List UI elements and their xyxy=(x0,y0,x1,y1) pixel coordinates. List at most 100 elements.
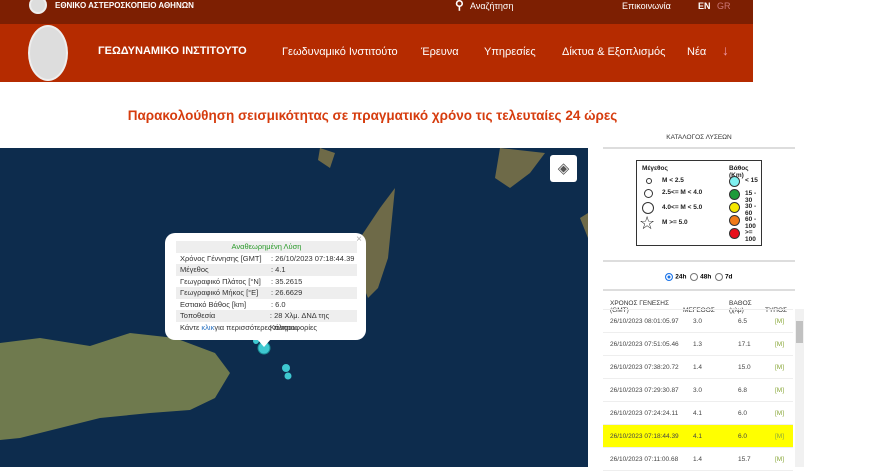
mag-circle-medium xyxy=(644,189,653,198)
popup-key: Γεωγραφικό Μήκος [°E] xyxy=(180,288,259,297)
events-table: 26/10/2023 08:01:05.97 3.0 6.5 [M] 26/10/202… xyxy=(603,309,793,471)
table-row[interactable]: 26/10/2023 07:51:05.46 1.3 17.1 [M] xyxy=(603,333,793,356)
cell-time: 26/10/2023 07:29:30.87 xyxy=(610,387,679,394)
cell-depth: 6.5 xyxy=(738,318,748,325)
cell-type: [M] xyxy=(775,410,785,417)
close-icon[interactable]: × xyxy=(356,234,362,245)
quake-marker xyxy=(282,364,290,372)
nav-news[interactable]: Νέα xyxy=(687,46,706,58)
nav-networks[interactable]: Δίκτυα & Εξοπλισμός xyxy=(562,46,665,58)
nav-institute[interactable]: Γεωδυναμικό Ινστιτούτο xyxy=(282,46,398,58)
cell-time: 26/10/2023 08:01:05.97 xyxy=(610,318,679,325)
table-row[interactable]: 26/10/2023 07:38:20.72 1.4 15.0 [M] xyxy=(603,356,793,379)
depth-color-circle xyxy=(729,215,740,226)
popup-value: : 6.0 xyxy=(271,299,286,309)
catalog-title: ΚΑΤΑΛΟΓΟΣ ΛΥΣΕΩΝ xyxy=(666,134,732,141)
main-nav: ΓΕΩΔΥΝΑΜΙΚΟ ΙΝΣΤΙΤΟΥΤΟ Γεωδυναμικό Ινστι… xyxy=(0,24,753,82)
cell-depth: 15.0 xyxy=(738,364,751,371)
table-row[interactable]: 26/10/2023 07:24:24.11 4.1 6.0 [M] xyxy=(603,402,793,425)
depth-label: 15 - 30 xyxy=(745,190,757,204)
brand[interactable]: ΓΕΩΔΥΝΑΜΙΚΟ ΙΝΣΤΙΤΟΥΤΟ xyxy=(98,45,247,57)
page-title: Παρακολούθηση σεισμικότητας σε πραγματικ… xyxy=(127,108,618,123)
magnitude-title: Μέγεθος xyxy=(642,165,668,172)
table-row[interactable]: 26/10/2023 07:29:30.87 3.0 6.8 [M] xyxy=(603,379,793,402)
mag-label: 4.0<= M < 5.0 xyxy=(662,204,703,211)
radio-24h[interactable]: 24h xyxy=(665,273,686,281)
quake-marker xyxy=(284,372,292,380)
cell-magnitude: 4.1 xyxy=(693,433,703,440)
cell-depth: 6.8 xyxy=(738,387,748,394)
mag-label: M >= 5.0 xyxy=(662,219,688,226)
search-link[interactable]: Αναζήτηση xyxy=(470,1,513,11)
cell-type: [M] xyxy=(775,318,785,325)
cell-depth: 15.7 xyxy=(738,456,751,463)
more-info-link[interactable]: κλικ xyxy=(201,322,214,334)
popup-value: : 26/10/2023 07:18:44.39 xyxy=(271,253,355,263)
popup-value: : 28 Χλμ. ΔΝΔ της Κάσσου xyxy=(269,311,330,332)
cell-type: [M] xyxy=(775,387,785,394)
lang-en[interactable]: EN xyxy=(698,1,711,11)
lang-gr[interactable]: GR xyxy=(717,1,731,11)
radio-48h[interactable]: 48h xyxy=(690,273,711,281)
cell-magnitude: 3.0 xyxy=(693,318,703,325)
radio-7d[interactable]: 7d xyxy=(715,273,733,281)
cell-time: 26/10/2023 07:11:00.68 xyxy=(610,456,679,463)
cell-magnitude: 1.4 xyxy=(693,364,703,371)
period-selector: 24h 48h 7d xyxy=(603,262,795,289)
cell-type: [M] xyxy=(775,364,785,371)
table-row[interactable]: 26/10/2023 07:11:00.68 1.4 15.7 [M] xyxy=(603,448,793,471)
arrow-down-icon[interactable]: ↓ xyxy=(722,42,729,58)
cell-depth: 17.1 xyxy=(738,341,751,348)
popup-header: Αναθεωρημένη Λύση xyxy=(176,241,357,253)
cell-time: 26/10/2023 07:24:24.11 xyxy=(610,410,679,417)
cell-time: 26/10/2023 07:38:20.72 xyxy=(610,364,679,371)
table-scrollbar[interactable] xyxy=(795,309,804,467)
popup-value: : 35.2615 xyxy=(271,276,303,286)
popup-value: : 26.6629 xyxy=(271,288,303,297)
popup-value: : 4.1 xyxy=(271,265,286,274)
star-icon: ☆ xyxy=(639,213,656,233)
popup-key: Γεωγραφικό Πλάτος [°N] xyxy=(180,276,261,286)
table-row[interactable]: 26/10/2023 08:01:05.97 3.0 6.5 [M] xyxy=(603,310,793,333)
contact-link[interactable]: Επικοινωνία xyxy=(622,1,671,11)
catalog-panel: ΚΑΤΑΛΟΓΟΣ ΛΥΣΕΩΝ Μέγεθος M < 2.5 2.5<= M… xyxy=(603,128,795,321)
institute-logo[interactable] xyxy=(28,25,68,81)
cell-magnitude: 1.3 xyxy=(693,341,703,348)
cell-type: [M] xyxy=(775,341,785,348)
popup-tip xyxy=(257,339,271,347)
depth-color-circle xyxy=(729,176,740,187)
cell-depth: 6.0 xyxy=(738,410,748,417)
search-icon[interactable]: ⚲ xyxy=(455,0,464,12)
layers-button[interactable]: ◈ xyxy=(550,155,577,182)
more-info-text: για περισσότερες πληροφορίες xyxy=(214,322,318,332)
cell-magnitude: 3.0 xyxy=(693,387,703,394)
cell-magnitude: 1.4 xyxy=(693,456,703,463)
top-bar: ΕΘΝΙΚΟ ΑΣΤΕΡΟΣΚΟΠΕΙΟ ΑΘΗΝΩΝ ⚲ Αναζήτηση … xyxy=(0,0,753,24)
cell-time: 26/10/2023 07:51:05.46 xyxy=(610,341,679,348)
popup-key: Χρόνος Γέννησης [GMT] xyxy=(180,253,262,263)
nav-research[interactable]: Έρευνα xyxy=(421,46,459,58)
depth-color-circle xyxy=(729,228,740,239)
cell-type: [M] xyxy=(775,456,785,463)
mag-label: 2.5<= M < 4.0 xyxy=(662,189,703,196)
cell-depth: 6.0 xyxy=(738,433,748,440)
cell-time: 26/10/2023 07:18:44.39 xyxy=(610,433,679,440)
cell-type: [M] xyxy=(775,433,785,440)
layers-icon: ◈ xyxy=(557,160,570,177)
depth-label: >= 100 xyxy=(745,229,756,243)
legend: Μέγεθος M < 2.5 2.5<= M < 4.0 4.0<= M < … xyxy=(636,160,762,246)
org-name[interactable]: ΕΘΝΙΚΟ ΑΣΤΕΡΟΣΚΟΠΕΙΟ ΑΘΗΝΩΝ xyxy=(55,1,194,10)
observatory-logo[interactable] xyxy=(29,0,47,14)
table-row[interactable]: 26/10/2023 07:18:44.39 4.1 6.0 [M] xyxy=(603,425,793,448)
popup-key: Εστιακό Βάθος [km] xyxy=(180,299,247,309)
depth-color-circle xyxy=(729,202,740,213)
depth-label: 30 - 60 xyxy=(745,203,757,217)
depth-label: 60 - 100 xyxy=(745,216,757,230)
depth-label: < 15 xyxy=(745,177,758,184)
event-popup: × Αναθεωρημένη Λύση Χρόνος Γέννησης [GMT… xyxy=(165,233,366,340)
depth-color-circle xyxy=(729,189,740,200)
more-info-text: Κάντε xyxy=(180,322,200,332)
nav-services[interactable]: Υπηρεσίες xyxy=(484,46,536,58)
scroll-thumb[interactable] xyxy=(796,321,803,343)
mag-label: M < 2.5 xyxy=(662,177,684,184)
